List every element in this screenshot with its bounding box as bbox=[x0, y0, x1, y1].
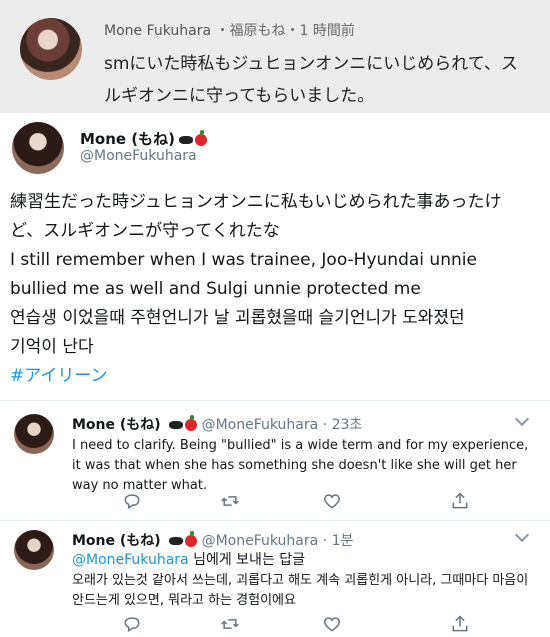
tweet-line: 기억이 난다 bbox=[10, 337, 94, 357]
main-tweet-name: Mone (もね) bbox=[80, 130, 176, 148]
like-icon[interactable] bbox=[322, 491, 342, 511]
replying-to-line: @MoneFukuhara 님에게 보내는 답글 bbox=[72, 550, 534, 570]
reply-handle-time[interactable]: @MoneFukuhara · 23초 bbox=[202, 417, 363, 433]
chevron-down-icon[interactable] bbox=[514, 527, 530, 543]
apple-emoji-icon bbox=[195, 129, 208, 146]
top-card-header: Mone Fukuhara ・福原もね・1 時間前 bbox=[104, 20, 355, 40]
tweet-line: 연습생 이었을때 주현언니가 날 괴롭혔을때 슬기언니가 도와졌던 bbox=[10, 308, 465, 328]
replying-to-label: 님에게 보내는 답글 bbox=[188, 552, 306, 568]
reply-avatar[interactable] bbox=[14, 414, 54, 454]
tweet-line: 練習生だった時ジュヒョンオンニに私もいじめられた事あったけ bbox=[10, 192, 502, 212]
main-tweet-body: 練習生だった時ジュヒョンオンニに私もいじめられた事あったけ ど、スルギオンニが守… bbox=[10, 188, 540, 391]
retweet-icon[interactable] bbox=[220, 614, 240, 634]
reply-avatar[interactable] bbox=[14, 530, 54, 570]
like-icon[interactable] bbox=[322, 614, 342, 634]
mention-link[interactable]: @MoneFukuhara bbox=[72, 552, 189, 568]
top-card-name[interactable]: Mone Fukuhara bbox=[104, 23, 211, 39]
divider bbox=[0, 400, 550, 401]
divider bbox=[0, 520, 550, 521]
tweet-line: bullied me as well and Sulgi unnie prote… bbox=[10, 279, 421, 299]
main-tweet-handle[interactable]: @MoneFukuhara bbox=[80, 148, 197, 164]
apple-emoji-icon bbox=[185, 531, 198, 547]
ant-emoji-icon bbox=[169, 537, 184, 545]
ant-emoji-icon bbox=[179, 135, 194, 144]
top-card-text: smにいた時私もジュヒョンオンニにいじめられて、スルギオンニに守ってもらいました… bbox=[104, 54, 518, 106]
reply-header: Mone (もね) @MoneFukuhara · 23초 bbox=[72, 414, 362, 434]
chevron-down-icon[interactable] bbox=[514, 411, 530, 427]
reply-text: I need to clarify. Being "bullied" is a … bbox=[72, 438, 529, 493]
apple-emoji-icon bbox=[185, 415, 198, 431]
reply-handle-time[interactable]: @MoneFukuhara · 1분 bbox=[202, 533, 354, 549]
reply-actions bbox=[72, 491, 512, 513]
reply-text: 오래가 있는것 같아서 쓰는데, 괴롭다고 해도 계속 괴롭힌게 아니라, 그때… bbox=[72, 573, 529, 608]
main-tweet-avatar[interactable] bbox=[12, 122, 64, 174]
top-card: Mone Fukuhara ・福原もね・1 時間前 smにいた時私もジュヒョンオ… bbox=[0, 0, 550, 113]
reply-author-name[interactable]: Mone (もね) bbox=[72, 417, 161, 433]
reply-author-name[interactable]: Mone (もね) bbox=[72, 533, 161, 549]
main-tweet-author[interactable]: Mone (もね) bbox=[80, 128, 208, 149]
share-icon[interactable] bbox=[450, 491, 470, 511]
avatar[interactable] bbox=[20, 18, 82, 80]
reply-actions bbox=[72, 614, 512, 636]
retweet-icon[interactable] bbox=[220, 491, 240, 511]
reply-header: Mone (もね) @MoneFukuhara · 1분 bbox=[72, 530, 353, 550]
tweet-line: I still remember when I was trainee, Joo… bbox=[10, 250, 477, 270]
reply-icon[interactable] bbox=[122, 614, 142, 634]
top-card-meta: ・福原もね・1 時間前 bbox=[211, 23, 355, 39]
reply-icon[interactable] bbox=[122, 491, 142, 511]
hashtag-link[interactable]: #アイリーン bbox=[10, 362, 540, 391]
ant-emoji-icon bbox=[169, 421, 184, 429]
tweet-line: ど、スルギオンニが守ってくれたな bbox=[10, 221, 280, 241]
share-icon[interactable] bbox=[450, 614, 470, 634]
